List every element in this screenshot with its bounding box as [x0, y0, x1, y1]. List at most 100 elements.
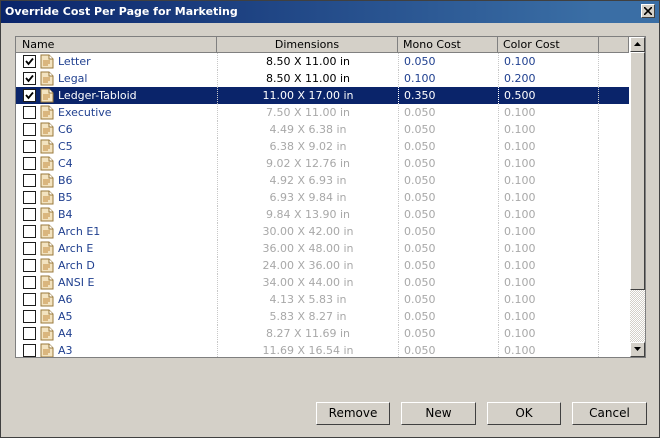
name-cell: C4 — [16, 155, 217, 172]
table-row[interactable]: Letter 8.50 X 11.00 in 0.050 0.100 — [16, 53, 629, 70]
color-cost-cell: 0.100 — [498, 308, 599, 325]
row-checkbox[interactable] — [23, 327, 36, 340]
table-row[interactable]: C5 6.38 X 9.02 in 0.050 0.100 — [16, 138, 629, 155]
color-cost-cell: 0.100 — [498, 206, 599, 223]
remove-button[interactable]: Remove — [316, 402, 390, 425]
header-mono-cost[interactable]: Mono Cost — [398, 37, 498, 53]
close-icon — [644, 7, 652, 15]
table-row[interactable]: Ledger-Tabloid 11.00 X 17.00 in 0.350 0.500 — [16, 87, 629, 104]
color-cost-cell[interactable]: 0.100 — [498, 53, 599, 70]
scroll-track[interactable] — [630, 290, 645, 342]
header-color-cost[interactable]: Color Cost — [498, 37, 599, 53]
row-checkbox[interactable] — [23, 157, 36, 170]
table-row[interactable]: Arch E1 30.00 X 42.00 in 0.050 0.100 — [16, 223, 629, 240]
row-checkbox[interactable] — [23, 293, 36, 306]
page-icon — [40, 105, 54, 120]
paper-name: B5 — [58, 191, 73, 204]
paper-name: Legal — [58, 72, 88, 85]
mono-cost-cell: 0.050 — [398, 155, 498, 172]
page-icon — [40, 71, 54, 86]
paper-name: Ledger-Tabloid — [58, 89, 137, 102]
name-cell: Letter — [16, 53, 217, 70]
name-cell: A5 — [16, 308, 217, 325]
name-cell: Legal — [16, 70, 217, 87]
row-checkbox[interactable] — [23, 344, 36, 357]
row-checkbox[interactable] — [23, 55, 36, 68]
color-cost-cell: 0.100 — [498, 189, 599, 206]
scroll-down-button[interactable] — [630, 342, 645, 357]
color-cost-cell[interactable]: 0.500 — [498, 87, 599, 104]
paper-name: B4 — [58, 208, 73, 221]
row-checkbox[interactable] — [23, 242, 36, 255]
row-checkbox[interactable] — [23, 259, 36, 272]
color-cost-cell: 0.100 — [498, 257, 599, 274]
table-row[interactable]: A6 4.13 X 5.83 in 0.050 0.100 — [16, 291, 629, 308]
dimensions-cell: 34.00 X 44.00 in — [217, 274, 398, 291]
row-checkbox[interactable] — [23, 72, 36, 85]
new-button[interactable]: New — [401, 402, 476, 425]
paper-name: C6 — [58, 123, 73, 136]
mono-cost-cell: 0.050 — [398, 308, 498, 325]
paper-name: Arch E — [58, 242, 94, 255]
table-row[interactable]: C6 4.49 X 6.38 in 0.050 0.100 — [16, 121, 629, 138]
page-icon — [40, 241, 54, 256]
row-checkbox[interactable] — [23, 140, 36, 153]
paper-name: A4 — [58, 327, 73, 340]
name-cell: B4 — [16, 206, 217, 223]
header-dimensions[interactable]: Dimensions — [217, 37, 398, 53]
cancel-button[interactable]: Cancel — [572, 402, 647, 425]
close-button[interactable] — [641, 4, 655, 18]
table-row[interactable]: Arch E 36.00 X 48.00 in 0.050 0.100 — [16, 240, 629, 257]
color-cost-cell: 0.100 — [498, 291, 599, 308]
scroll-up-button[interactable] — [630, 37, 645, 52]
row-checkbox[interactable] — [23, 191, 36, 204]
table-row[interactable]: A5 5.83 X 8.27 in 0.050 0.100 — [16, 308, 629, 325]
arrow-up-icon — [634, 42, 641, 46]
table-row[interactable]: Legal 8.50 X 11.00 in 0.100 0.200 — [16, 70, 629, 87]
row-checkbox[interactable] — [23, 106, 36, 119]
dimensions-cell: 4.13 X 5.83 in — [217, 291, 398, 308]
row-checkbox[interactable] — [23, 174, 36, 187]
row-checkbox[interactable] — [23, 89, 36, 102]
mono-cost-cell[interactable]: 0.050 — [398, 53, 498, 70]
table-row[interactable]: ANSI E 34.00 X 44.00 in 0.050 0.100 — [16, 274, 629, 291]
mono-cost-cell: 0.050 — [398, 274, 498, 291]
page-icon — [40, 275, 54, 290]
page-icon — [40, 173, 54, 188]
ok-button[interactable]: OK — [487, 402, 561, 425]
table-row[interactable]: Executive 7.50 X 11.00 in 0.050 0.100 — [16, 104, 629, 121]
table-row[interactable]: B4 9.84 X 13.90 in 0.050 0.100 — [16, 206, 629, 223]
color-cost-cell[interactable]: 0.200 — [498, 70, 599, 87]
vertical-scrollbar[interactable] — [630, 37, 645, 357]
mono-cost-cell: 0.050 — [398, 206, 498, 223]
header-name[interactable]: Name — [16, 37, 217, 53]
row-checkbox[interactable] — [23, 208, 36, 221]
mono-cost-cell[interactable]: 0.100 — [398, 70, 498, 87]
dialog-window: Override Cost Per Page for Marketing Nam… — [0, 0, 660, 438]
color-cost-cell: 0.100 — [498, 172, 599, 189]
table-row[interactable]: A4 8.27 X 11.69 in 0.050 0.100 — [16, 325, 629, 342]
dimensions-cell: 24.00 X 36.00 in — [217, 257, 398, 274]
table-row[interactable]: B5 6.93 X 9.84 in 0.050 0.100 — [16, 189, 629, 206]
dimensions-cell: 7.50 X 11.00 in — [217, 104, 398, 121]
title-bar: Override Cost Per Page for Marketing — [1, 1, 659, 23]
table-row[interactable]: Arch D 24.00 X 36.00 in 0.050 0.100 — [16, 257, 629, 274]
row-checkbox[interactable] — [23, 123, 36, 136]
paper-name: A3 — [58, 344, 73, 357]
scroll-thumb[interactable] — [630, 52, 645, 290]
name-cell: C6 — [16, 121, 217, 138]
mono-cost-cell: 0.050 — [398, 172, 498, 189]
color-cost-cell: 0.100 — [498, 121, 599, 138]
table-row[interactable]: B6 4.92 X 6.93 in 0.050 0.100 — [16, 172, 629, 189]
paper-name: Arch D — [58, 259, 95, 272]
row-checkbox[interactable] — [23, 276, 36, 289]
paper-sizes-grid[interactable]: Name Dimensions Mono Cost Color Cost Let… — [15, 36, 646, 358]
mono-cost-cell: 0.050 — [398, 189, 498, 206]
table-row[interactable]: C4 9.02 X 12.76 in 0.050 0.100 — [16, 155, 629, 172]
dimensions-cell: 4.92 X 6.93 in — [217, 172, 398, 189]
row-checkbox[interactable] — [23, 310, 36, 323]
mono-cost-cell[interactable]: 0.350 — [398, 87, 498, 104]
dimensions-cell: 30.00 X 42.00 in — [217, 223, 398, 240]
row-checkbox[interactable] — [23, 225, 36, 238]
table-row[interactable]: A3 11.69 X 16.54 in 0.050 0.100 — [16, 342, 629, 357]
